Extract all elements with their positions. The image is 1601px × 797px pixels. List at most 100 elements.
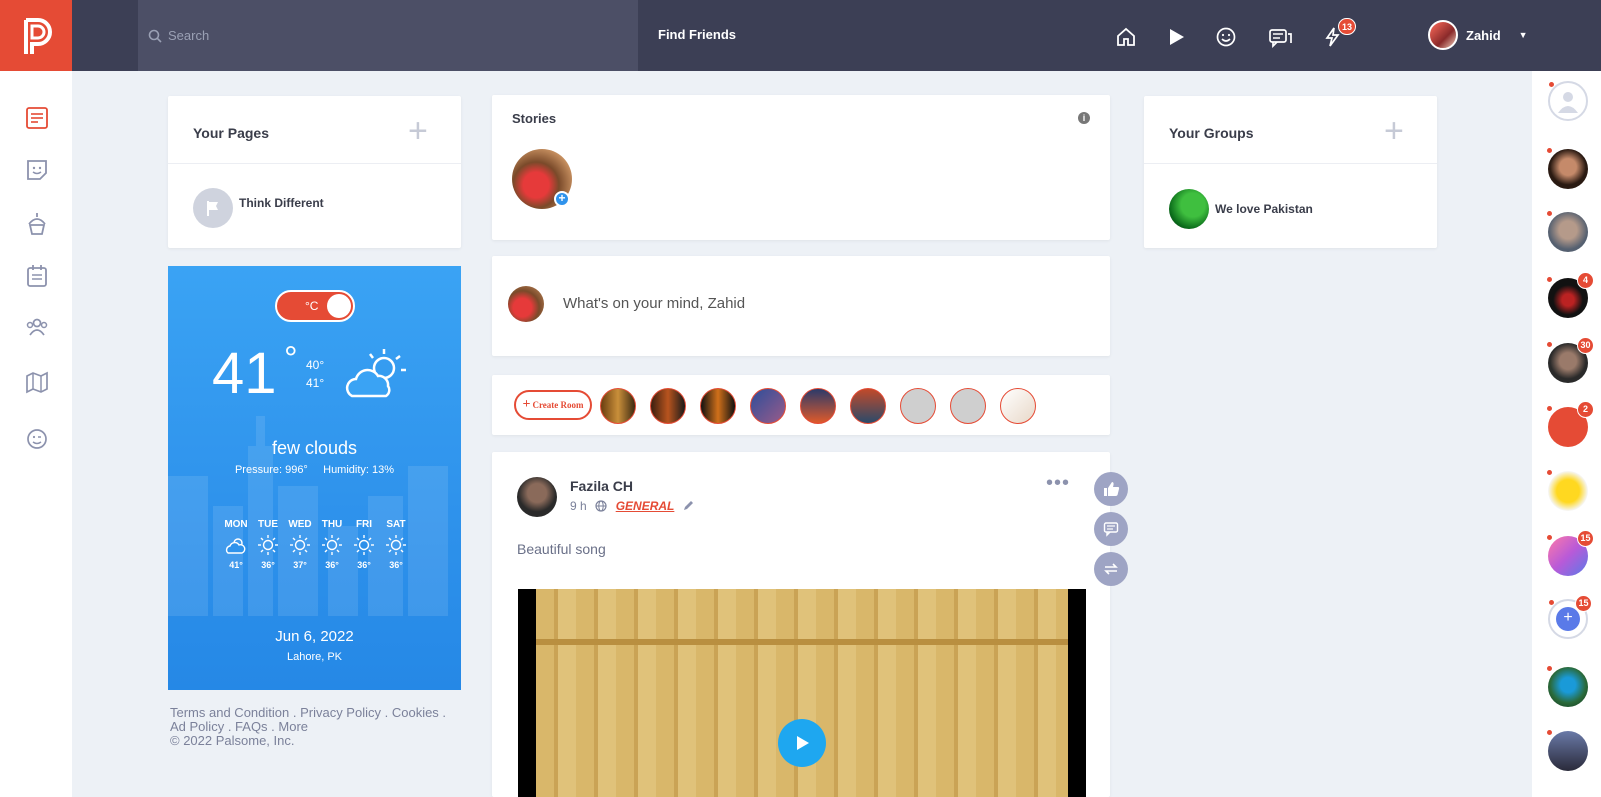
edit-pencil-icon[interactable] [682,500,694,512]
globe-icon [595,500,607,512]
palsome-logo[interactable] [0,0,72,71]
video-play-icon[interactable] [1163,24,1189,50]
search-bar[interactable]: Search [138,0,638,71]
contact-avatar[interactable] [1546,665,1588,707]
weather-description: few clouds [271,438,358,458]
add-story-icon[interactable]: + [554,191,570,207]
contact-avatar[interactable] [1546,729,1588,771]
post-author-name[interactable]: Fazila CH [570,478,633,494]
sun-icon [348,530,380,560]
cloud-sun-icon [220,530,252,560]
temperature-unit-toggle[interactable]: °C [275,290,355,322]
unread-badge: 4 [1577,272,1594,289]
contact-avatar[interactable] [1546,210,1588,252]
room-avatar[interactable] [900,388,936,424]
faqs-link[interactable]: FAQs [235,719,268,734]
thumbs-up-icon [1104,482,1120,496]
calendar-icon[interactable] [24,263,50,289]
unread-badge: 2 [1577,401,1594,418]
post-video[interactable] [518,589,1086,797]
video-play-button[interactable] [778,719,826,767]
my-story-avatar[interactable]: + [512,149,572,209]
composer-avatar [508,286,544,322]
sun-icon [284,530,316,560]
post-card: Fazila CH 9 h GENERAL ••• Beautiful song [492,452,1110,797]
add-group-icon[interactable]: + [1384,114,1404,148]
weather-date: Jun 6, 2022 [275,628,354,645]
weather-location: Lahore, PK [286,651,343,663]
comment-button[interactable] [1094,512,1128,546]
contact-avatar[interactable]: 30 [1546,337,1594,383]
room-avatar[interactable] [700,388,736,424]
contact-avatar[interactable]: 4 [1546,272,1594,318]
high-low: 40° 41° [306,356,324,392]
share-button[interactable] [1094,552,1128,586]
your-pages-card: Your Pages + Think Different [168,96,461,248]
humidity: Humidity: 13% [323,464,395,476]
smiley-icon[interactable] [1213,24,1239,50]
post-author-avatar[interactable] [517,477,557,517]
room-avatar[interactable] [800,388,836,424]
post-time: 9 h [570,499,587,513]
group-item[interactable]: We love Pakistan [1169,189,1313,229]
ad-policy-link[interactable]: Ad Policy [170,719,224,734]
forecast-day: FRI 36° [348,519,380,570]
room-avatar[interactable] [600,388,636,424]
sun-icon [380,530,412,560]
cupcake-icon[interactable] [24,211,50,237]
stories-title: Stories [512,111,557,126]
cookies-link[interactable]: Cookies [392,705,439,720]
forecast-day: MON 41° [220,519,252,570]
find-friends-link[interactable]: Find Friends [658,27,736,42]
room-avatar[interactable] [1000,388,1036,424]
your-groups-title: Your Groups [1169,125,1254,141]
user-name: Zahid [1466,27,1501,43]
unread-badge: 15 [1577,530,1594,547]
room-avatar[interactable] [950,388,986,424]
create-room-button[interactable]: + Create Room [514,390,592,420]
temp-low: 41° [306,376,325,390]
groups-icon[interactable] [24,314,50,340]
search-input[interactable]: Search [168,28,209,43]
post-category-link[interactable]: GENERAL [616,499,675,513]
home-icon[interactable] [1113,24,1139,50]
contact-avatar[interactable] [1548,81,1588,121]
play-icon [797,736,809,750]
more-link[interactable]: More [278,719,308,734]
room-avatar[interactable] [650,388,686,424]
copyright: © 2022 Palsome, Inc. [170,733,295,748]
news-feed-icon[interactable] [24,105,50,131]
page-name: Think Different [239,196,324,210]
forecast-day: SAT 36° [380,519,412,570]
logo-mark-icon [24,17,52,54]
add-page-icon[interactable]: + [408,114,428,148]
search-icon [148,29,162,43]
terms-link[interactable]: Terms and Condition [170,705,289,720]
privacy-link[interactable]: Privacy Policy [300,705,381,720]
info-icon[interactable]: i [1078,112,1090,124]
contact-avatar[interactable] [1546,469,1588,511]
sticker-icon[interactable] [24,157,50,183]
contact-avatar[interactable]: 15 [1546,530,1594,576]
current-temperature: 41 [212,341,277,406]
contact-avatar[interactable] [1546,147,1588,189]
pressure: Pressure: 996° [234,464,308,476]
contacts-sidebar: 4 30 2 15 + 15 [1532,71,1601,797]
map-icon[interactable] [24,369,50,395]
unread-badge: 30 [1577,337,1594,354]
sun-icon [252,530,284,560]
user-menu[interactable]: Zahid ▼ [1428,20,1528,50]
page-item[interactable]: Think Different [193,188,324,228]
post-composer[interactable]: What's on your mind, Zahid [492,256,1110,356]
room-avatar[interactable] [850,388,886,424]
like-button[interactable] [1094,472,1128,506]
contact-avatar[interactable]: + 15 [1548,595,1592,639]
composer-input[interactable]: What's on your mind, Zahid [563,295,745,312]
contact-avatar[interactable]: 2 [1546,401,1594,447]
room-avatar[interactable] [750,388,786,424]
messages-icon[interactable] [1268,24,1294,50]
user-avatar [1428,20,1458,50]
wink-face-icon[interactable] [24,426,50,452]
share-arrows-icon [1104,563,1118,575]
more-options-icon[interactable]: ••• [1046,472,1070,495]
